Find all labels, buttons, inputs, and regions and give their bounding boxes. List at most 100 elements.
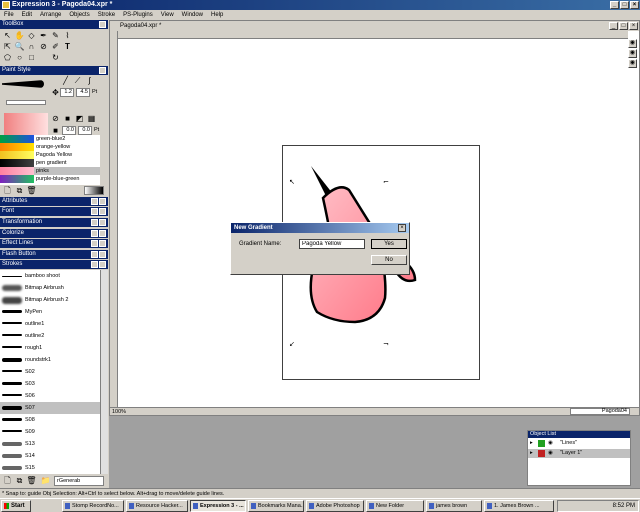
taskbar-item[interactable]: New Folder — [366, 500, 424, 512]
opacity-field[interactable]: 0.0 — [62, 126, 76, 135]
polygon-tool-icon[interactable]: ⬠ — [2, 52, 13, 63]
taskbar-item[interactable]: 1. James Brown ... — [484, 500, 554, 512]
taskbar-item[interactable]: Adobe Photoshop — [306, 500, 364, 512]
pencil-tool-icon[interactable]: ✐ — [50, 41, 61, 52]
expand-arrow-icon[interactable]: ▸ — [530, 439, 533, 448]
menu-help[interactable]: Help — [211, 10, 223, 20]
list-item[interactable]: Bitmap Airbrush — [0, 282, 100, 294]
menu-stroke[interactable]: Stroke — [98, 10, 115, 20]
menu-edit[interactable]: Edit — [22, 10, 32, 20]
list-item[interactable]: S13 — [0, 438, 100, 450]
doc-close-button[interactable]: × — [629, 22, 638, 30]
menu-view[interactable]: View — [161, 10, 174, 20]
taskbar-item-active[interactable]: Expression 3 - ... — [190, 500, 246, 512]
list-item[interactable]: S02 — [0, 366, 100, 378]
direct-select-icon[interactable]: ⇱ — [2, 41, 13, 52]
menu-window[interactable]: Window — [182, 10, 203, 20]
hand-tool-icon[interactable]: ✋ — [14, 30, 25, 41]
node-tool-icon[interactable]: ◇ — [26, 30, 37, 41]
horizontal-scrollbar[interactable]: 100% Pagoda04 — [110, 407, 639, 415]
doc-maximize-button[interactable]: □ — [619, 22, 628, 30]
pen-tool-icon[interactable]: ✒ — [38, 30, 49, 41]
list-item[interactable]: Pagoda Yellow — [0, 151, 100, 159]
zoom-tool-icon[interactable]: 🔍 — [14, 41, 25, 52]
delete-stroke-icon[interactable]: 🗑 — [26, 475, 37, 486]
fill-none-icon[interactable]: ⊘ — [50, 113, 61, 124]
menu-objects[interactable]: Objects — [69, 10, 89, 20]
list-item[interactable]: Bitmap Airbrush 2 — [0, 294, 100, 306]
copy-gradient-icon[interactable]: ⧉ — [14, 185, 25, 196]
list-item[interactable]: MyPen — [0, 306, 100, 318]
strokes-scrollbar[interactable] — [100, 270, 108, 474]
eye-icon[interactable]: ◉ — [548, 439, 553, 448]
list-item[interactable]: bamboo shoot — [0, 270, 100, 282]
pen-style-icon[interactable]: ╱ — [60, 75, 71, 86]
close-button[interactable]: × — [630, 1, 639, 9]
fill-gradient-icon[interactable]: ◩ — [74, 113, 85, 124]
flash-button-header[interactable]: Flash Button — [0, 250, 108, 259]
eyedropper-icon[interactable]: ⊘ — [38, 41, 49, 52]
attributes-header[interactable]: Attributes — [0, 197, 108, 206]
eye-icon[interactable]: ◉ — [548, 449, 553, 458]
brush-tool-icon[interactable]: ✎ — [50, 30, 61, 41]
delete-gradient-icon[interactable]: 🗑 — [26, 185, 37, 196]
list-item[interactable]: roundstrk1 — [0, 354, 100, 366]
maximize-button[interactable]: □ — [620, 1, 629, 9]
paint-style-close-button[interactable] — [99, 67, 106, 74]
list-item[interactable]: S06 — [0, 390, 100, 402]
taskbar-item[interactable]: Bookmarks Mana... — [248, 500, 304, 512]
horizontal-ruler[interactable] — [118, 31, 628, 39]
gradient-direction[interactable] — [84, 186, 104, 195]
menu-file[interactable]: File — [4, 10, 14, 20]
effect-lines-header[interactable]: Effect Lines — [0, 239, 108, 248]
list-item-selected[interactable]: S07 — [0, 402, 100, 414]
doc-minimize-button[interactable]: _ — [609, 22, 618, 30]
fill-solid-icon[interactable]: ■ — [62, 113, 73, 124]
transformation-header[interactable]: Transformation — [0, 218, 108, 227]
expand-arrow-icon[interactable]: ▸ — [530, 449, 533, 458]
colorize-header[interactable]: Colorize — [0, 229, 108, 238]
layer-visible-icon[interactable]: ◉ — [628, 39, 637, 48]
strokes-header[interactable]: Strokes — [0, 260, 108, 269]
taskbar-item[interactable]: james brown — [426, 500, 482, 512]
brush-style-icon[interactable]: ⟋ — [72, 75, 83, 86]
stroke-style-icon[interactable]: ∫ — [84, 75, 95, 86]
minimize-button[interactable]: _ — [610, 1, 619, 9]
new-gradient-icon[interactable]: 🗋 — [2, 185, 13, 196]
list-item[interactable]: green-blue2 — [0, 135, 100, 143]
taskbar-item[interactable]: Stomp RecordNo... — [62, 500, 124, 512]
copy-stroke-icon[interactable]: ⧉ — [14, 475, 25, 486]
list-item[interactable]: S15 — [0, 462, 100, 474]
object-list-row[interactable]: ▸ ◉ "Layer 1" — [528, 449, 630, 458]
width-field-2[interactable]: 4.5 — [76, 88, 90, 97]
layer-lock-icon[interactable]: ◉ — [628, 49, 637, 58]
folder-icon[interactable]: 📁 — [40, 475, 51, 486]
rotate-tool-icon[interactable]: ↻ — [50, 52, 61, 63]
no-button[interactable]: No — [371, 255, 407, 265]
list-item[interactable]: S03 — [0, 378, 100, 390]
list-item[interactable]: orange-yellow — [0, 143, 100, 151]
new-stroke-icon[interactable]: 🗋 — [2, 475, 13, 486]
vertical-ruler[interactable] — [110, 31, 118, 407]
menu-arrange[interactable]: Arrange — [40, 10, 61, 20]
list-item[interactable]: S09 — [0, 426, 100, 438]
menu-ps-plugins[interactable]: PS-Plugins — [123, 10, 153, 20]
taskbar-item[interactable]: Resource Hacker... — [126, 500, 188, 512]
list-item[interactable]: outline1 — [0, 318, 100, 330]
layer-print-icon[interactable]: ◉ — [628, 59, 637, 68]
gradient-name-input[interactable] — [299, 239, 365, 249]
dialog-close-button[interactable]: × — [398, 224, 406, 232]
list-item[interactable]: outline2 — [0, 330, 100, 342]
width-field[interactable]: 1.2 — [60, 88, 74, 97]
select-tool-icon[interactable]: ↖ — [2, 30, 13, 41]
start-button[interactable]: Start — [1, 500, 31, 512]
ellipse-tool-icon[interactable]: ○ — [14, 52, 25, 63]
zoom-level[interactable]: 100% — [112, 408, 126, 416]
text-tool-icon[interactable]: T — [62, 41, 73, 52]
page-name-field[interactable]: Pagoda04 — [570, 408, 630, 415]
stroke-category-select[interactable]: rGenerab — [54, 476, 104, 486]
list-item[interactable]: rough1 — [0, 342, 100, 354]
fill-texture-icon[interactable]: ▦ — [86, 113, 97, 124]
knife-tool-icon[interactable]: ⌇ — [62, 30, 73, 41]
list-item-selected[interactable]: pinks — [0, 167, 100, 175]
